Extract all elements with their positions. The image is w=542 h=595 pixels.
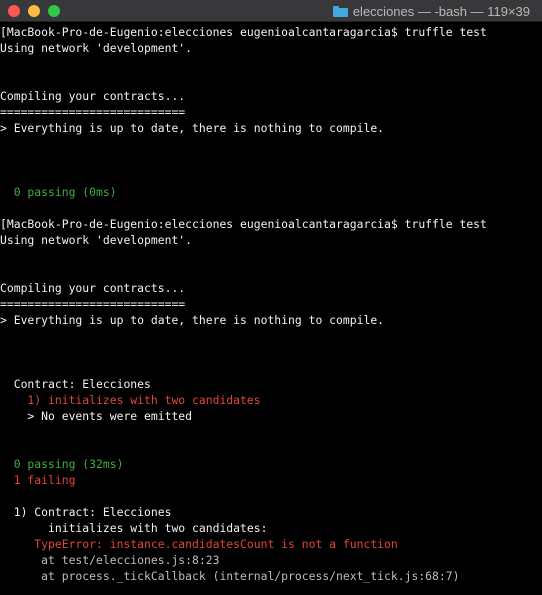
terminal-line: 1) Contract: Elecciones	[0, 505, 172, 519]
terminal-window: elecciones — -bash — 119×39 [MacBook-Pro…	[0, 0, 542, 595]
close-button[interactable]	[8, 5, 20, 17]
zoom-button[interactable]	[48, 5, 60, 17]
terminal-line: ===========================	[0, 105, 186, 119]
terminal-line: Contract: Elecciones	[0, 377, 151, 391]
minimize-button[interactable]	[28, 5, 40, 17]
terminal-line: > No events were emitted	[0, 409, 193, 423]
terminal-line: 0 passing (32ms)	[0, 457, 124, 471]
terminal-line: at test/elecciones.js:8:23	[0, 553, 220, 567]
terminal-line: > Everything is up to date, there is not…	[0, 121, 385, 135]
terminal-line: TypeError: instance.candidatesCount is n…	[0, 537, 398, 551]
terminal-line: 0 passing (0ms)	[0, 185, 117, 199]
window-title: elecciones — -bash — 119×39	[352, 3, 530, 19]
terminal-line: ===========================	[0, 297, 186, 311]
terminal-line: Compiling your contracts...	[0, 281, 186, 295]
title-bar[interactable]: elecciones — -bash — 119×39	[0, 0, 542, 22]
terminal-line: at process._tickCallback (internal/proce…	[0, 569, 460, 583]
terminal-line: Compiling your contracts...	[0, 89, 186, 103]
terminal-line: 1) initializes with two candidates	[0, 393, 261, 407]
terminal-line: initializes with two candidates:	[0, 521, 268, 535]
terminal-line: [MacBook-Pro-de-Eugenio:elecciones eugen…	[0, 25, 487, 39]
terminal-output[interactable]: [MacBook-Pro-de-Eugenio:elecciones eugen…	[0, 24, 542, 584]
terminal-line: 1 failing	[0, 473, 76, 487]
window-title-group: elecciones — -bash — 119×39	[332, 0, 530, 22]
terminal-line: > Everything is up to date, there is not…	[0, 313, 385, 327]
terminal-line: Using network 'development'.	[0, 41, 193, 55]
terminal-line: Using network 'development'.	[0, 233, 193, 247]
folder-icon	[332, 5, 348, 17]
folder-icon-body	[332, 7, 348, 17]
terminal-line: [MacBook-Pro-de-Eugenio:elecciones eugen…	[0, 217, 487, 231]
